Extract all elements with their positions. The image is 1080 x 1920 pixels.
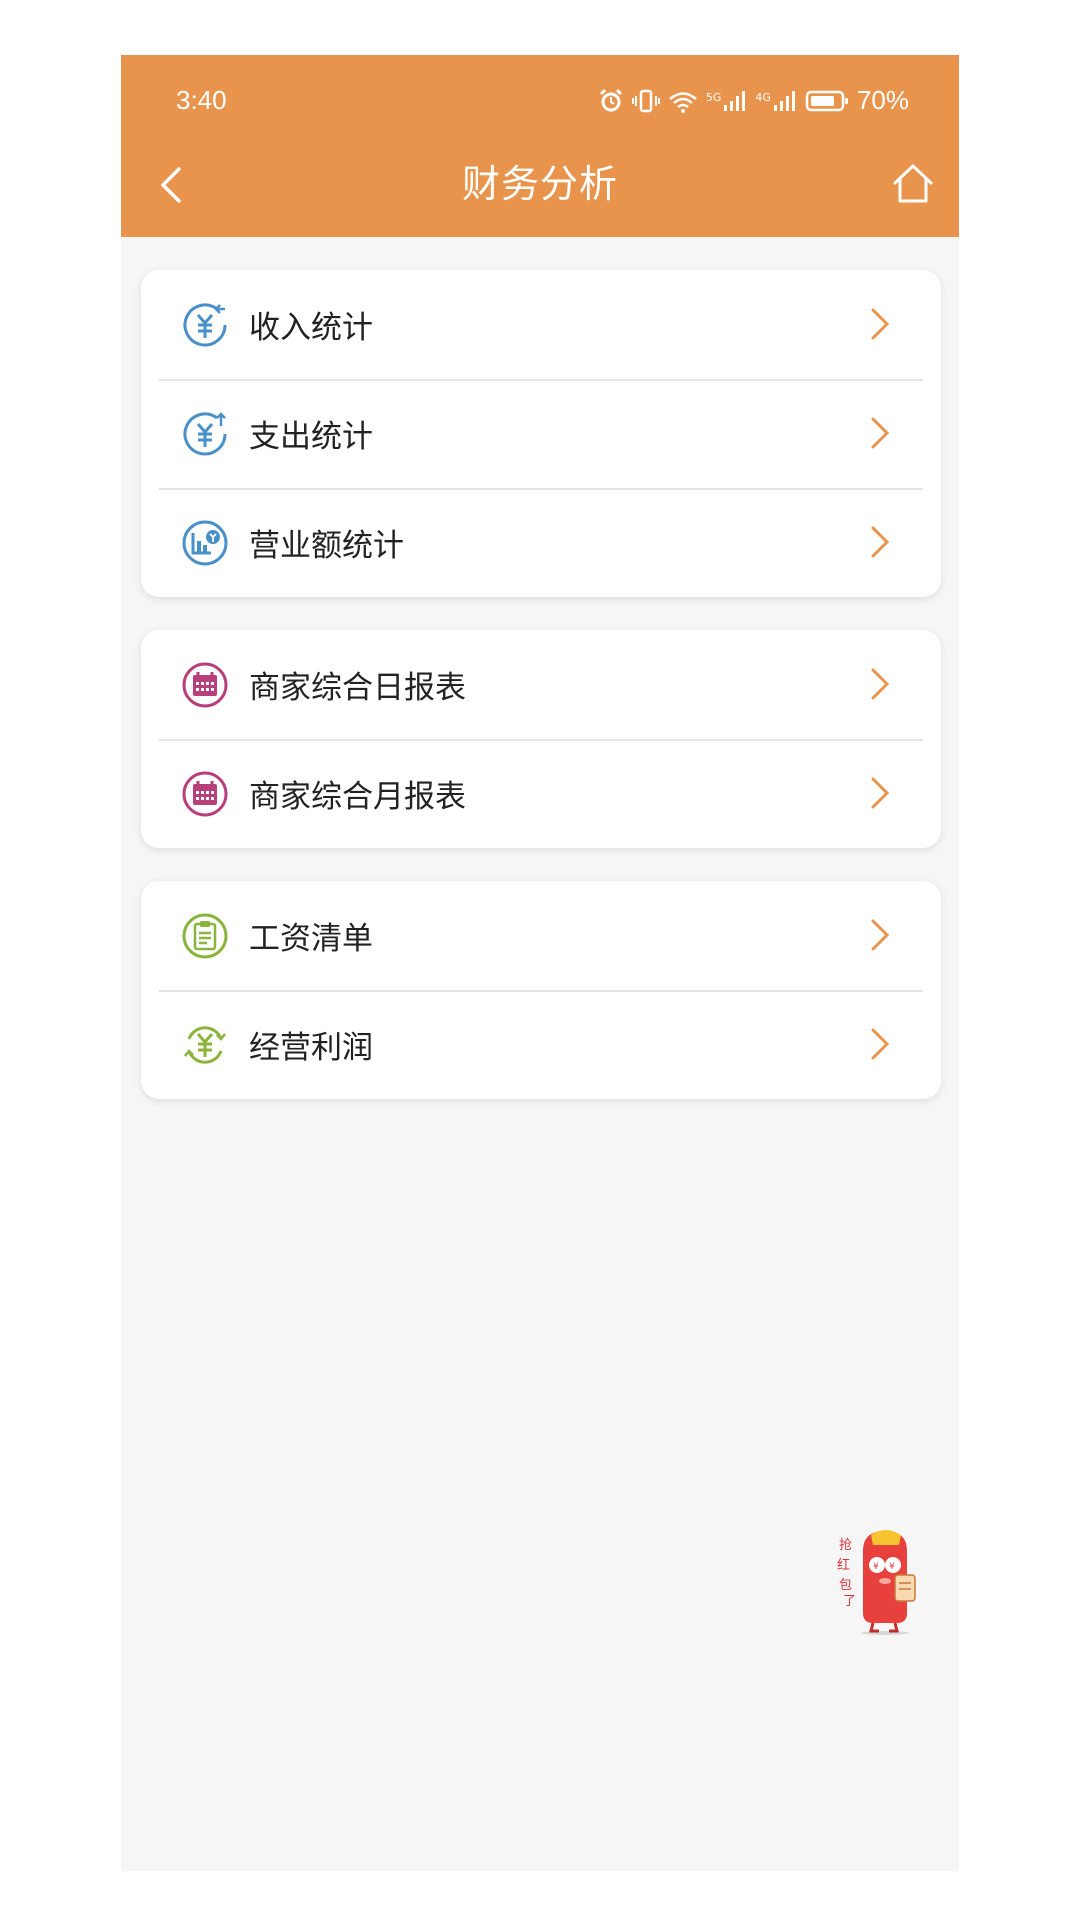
menu-item-label: 收入统计 [249, 310, 373, 346]
menu-item-income-stats[interactable]: 收入统计 [141, 270, 941, 379]
app-screen: 3:40 5G 4G 70% 财务分析 收入统计 支出统计 营业额统计 商家综合… [121, 55, 959, 1871]
menu-item-operating-profit[interactable]: 经营利润 [141, 990, 941, 1099]
menu-item-label: 支出统计 [249, 419, 373, 455]
mascot-text-char: 红 [837, 1557, 850, 1573]
signal-icon [724, 90, 746, 111]
menu-item-expense-stats[interactable]: 支出统计 [141, 379, 941, 488]
menu-group-reports: 商家综合日报表 商家综合月报表 [141, 630, 941, 848]
menu-group-finance: 工资清单 经营利润 [141, 881, 941, 1099]
vibrate-icon [631, 89, 660, 112]
mascot-text-char: 了 [843, 1594, 856, 1609]
calendar-icon [182, 662, 228, 708]
chevron-right-icon [871, 308, 890, 340]
mascot-eye-symbol: ¥ [889, 1562, 895, 1572]
menu-item-label: 商家综合月报表 [249, 779, 466, 815]
network-type-5g: 5G [705, 90, 722, 104]
yuan-cycle-icon [184, 1026, 226, 1064]
chevron-right-icon [871, 777, 890, 809]
chevron-right-icon [871, 417, 890, 449]
menu-item-label: 经营利润 [249, 1030, 373, 1066]
revenue-chart-icon [182, 520, 228, 566]
battery-icon [805, 90, 848, 111]
mascot-text-char: 包 [839, 1578, 852, 1593]
red-envelope-mascot-icon[interactable]: 抢 红 包 了 ¥ ¥ [833, 1525, 929, 1635]
menu-item-daily-report[interactable]: 商家综合日报表 [141, 630, 941, 739]
chevron-right-icon [871, 1028, 890, 1060]
mascot-text-char: 抢 [839, 1537, 852, 1553]
wifi-icon [669, 91, 697, 113]
signal-icon [773, 90, 795, 111]
clipboard-icon [182, 913, 228, 959]
signal-4g: 4G [755, 89, 797, 113]
yuan-expense-icon [183, 412, 227, 456]
menu-item-salary-list[interactable]: 工资清单 [141, 881, 941, 990]
menu-item-monthly-report[interactable]: 商家综合月报表 [141, 739, 941, 848]
yuan-income-icon [183, 303, 227, 347]
alarm-icon [599, 88, 622, 111]
chevron-right-icon [871, 668, 890, 700]
mascot-eye-symbol: ¥ [873, 1562, 879, 1572]
battery-percent: 70% [856, 85, 909, 115]
page-title: 财务分析 [461, 162, 618, 206]
menu-group-statistics: 收入统计 支出统计 营业额统计 [141, 270, 941, 597]
status-time: 3:40 [176, 85, 227, 115]
menu-item-label: 营业额统计 [249, 528, 404, 564]
signal-5g: 5G [706, 89, 748, 113]
network-type-4g: 4G [755, 90, 771, 104]
header-bar: 3:40 5G 4G 70% 财务分析 [121, 55, 959, 237]
chevron-right-icon [871, 526, 890, 558]
home-icon[interactable] [891, 161, 935, 205]
menu-item-revenue-stats[interactable]: 营业额统计 [141, 488, 941, 597]
calendar-icon [182, 771, 228, 817]
menu-item-label: 工资清单 [249, 921, 373, 957]
menu-item-label: 商家综合日报表 [249, 670, 466, 706]
chevron-right-icon [871, 919, 890, 951]
status-icons: 5G 4G 70% [598, 85, 909, 116]
